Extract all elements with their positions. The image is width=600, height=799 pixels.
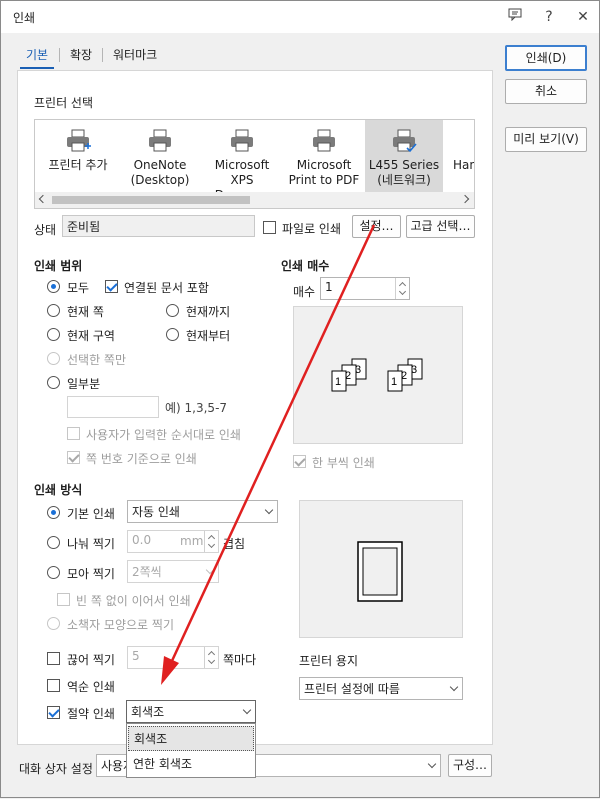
print-dialog: 인쇄 ? ✕ 기본 확장 워터마크 인쇄(D) 취소 미리 보기(V) 프린터 … — [0, 0, 600, 798]
annotation-arrow — [161, 224, 376, 685]
